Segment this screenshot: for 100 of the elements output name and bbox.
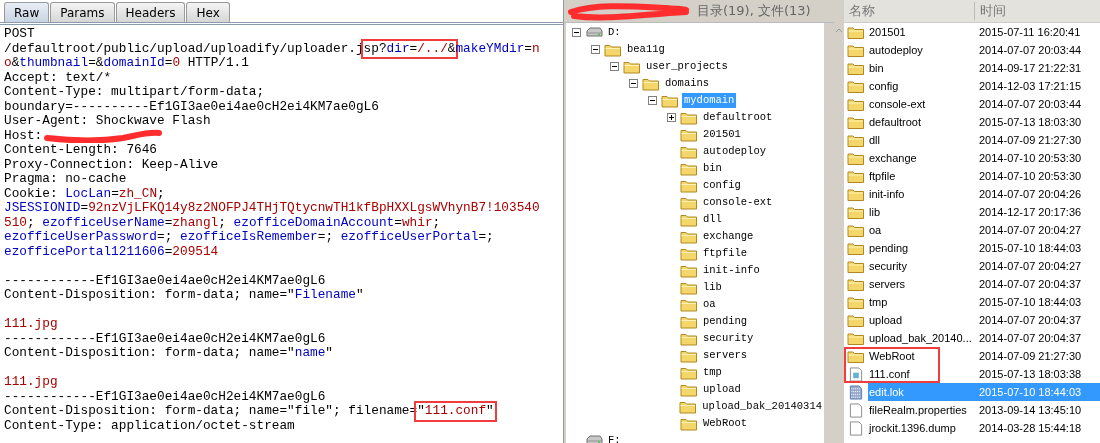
tree-item[interactable]: defaultroot — [701, 110, 775, 125]
tree-item[interactable]: tmp — [701, 365, 724, 380]
code-token: ezofficeUserPassword — [4, 230, 158, 245]
collapse-icon[interactable] — [591, 45, 600, 54]
editor-tab[interactable]: Params — [50, 2, 115, 22]
collapse-icon[interactable] — [648, 96, 657, 105]
code-token: LocLan — [65, 186, 112, 201]
folder-icon — [847, 96, 865, 112]
file-row[interactable]: WebRoot 2014-07-09 21:27:30 — [868, 347, 1100, 365]
tree-item[interactable]: dll — [701, 212, 724, 227]
code-token: ezofficePortal1211606 — [4, 244, 165, 259]
file-row[interactable]: jrockit.1396.dump 2014-03-28 15:44:18 — [868, 419, 1100, 437]
code-token: ; — [157, 186, 165, 201]
file-row[interactable]: upload 2014-07-07 20:04:37 — [868, 311, 1100, 329]
file-row[interactable]: oa 2014-07-07 20:04:27 — [868, 221, 1100, 239]
folder-icon — [680, 110, 698, 125]
tree-item[interactable]: exchange — [701, 229, 756, 244]
tree-item[interactable]: init-info — [701, 263, 762, 278]
code-token: =& — [88, 56, 104, 71]
file-row[interactable]: console-ext 2014-07-07 20:03:44 — [868, 95, 1100, 113]
file-name: jrockit.1396.dump — [868, 422, 957, 434]
tree-item[interactable]: oa — [701, 297, 718, 312]
file-row[interactable]: dll 2014-07-09 21:27:30 — [868, 131, 1100, 149]
code-token: ------------Ef1GI3ae0ei4ae0cH2ei4KM7ae0gL6 — [4, 331, 326, 346]
code-token: 510 — [4, 215, 27, 230]
file-row[interactable]: servers 2014-07-07 20:04:37 — [868, 275, 1100, 293]
tree-item[interactable]: 201501 — [701, 127, 743, 142]
tree-item[interactable]: bea11g — [625, 42, 667, 57]
file-name: tmp — [868, 296, 889, 308]
collapse-icon[interactable] — [629, 79, 638, 88]
file-row[interactable]: fileRealm.properties 2013-09-14 13:45:10 — [868, 401, 1100, 419]
code-token: whir — [401, 215, 433, 230]
file-time: 2015-07-11 16:20:41 — [979, 26, 1081, 38]
tree-item[interactable]: console-ext — [701, 195, 775, 210]
expand-icon[interactable] — [667, 113, 676, 122]
folder-icon — [680, 280, 698, 295]
tree-item[interactable]: domains — [663, 76, 712, 91]
code-token: ezofficeDomainAccount — [233, 215, 395, 230]
code-token: ; — [26, 215, 36, 230]
file-row[interactable]: 201501 2015-07-11 16:20:41 — [868, 23, 1100, 41]
tree-item[interactable]: bin — [701, 161, 724, 176]
file-name: exchange — [868, 152, 918, 164]
tree-item[interactable]: upload_bak_20140314 — [700, 399, 824, 414]
code-token: /../ — [417, 40, 448, 56]
file-row[interactable]: tmp 2015-07-10 18:44:03 — [868, 293, 1100, 311]
tree-item[interactable]: lib — [701, 280, 724, 295]
file-row[interactable]: ftpfile 2014-07-10 20:53:30 — [868, 167, 1100, 185]
file-time: 2015-07-10 18:44:03 — [979, 296, 1082, 308]
tree-item[interactable]: upload — [701, 382, 743, 397]
collapse-icon[interactable] — [572, 28, 581, 37]
tree-item[interactable]: D: — [606, 25, 623, 40]
editor-tab[interactable]: Headers — [115, 2, 186, 22]
folder-icon — [661, 93, 679, 108]
code-token: = — [164, 56, 173, 71]
folder-icon — [680, 229, 698, 244]
file-time: 2014-07-07 20:03:44 — [979, 44, 1082, 56]
file-row[interactable]: security 2014-07-07 20:04:27 — [868, 257, 1100, 275]
tree-item[interactable]: user_projects — [644, 59, 730, 74]
code-token: dir — [386, 40, 410, 56]
tree-item[interactable]: pending — [701, 314, 750, 329]
editor-tab[interactable]: Raw — [4, 2, 50, 22]
code-token: " — [355, 288, 364, 303]
tree-item[interactable]: WebRoot — [701, 416, 750, 431]
folder-icon — [847, 204, 865, 220]
column-header[interactable]: 名称 — [844, 2, 975, 20]
tree-item[interactable]: F: — [606, 433, 623, 443]
tree-item[interactable]: security — [701, 331, 756, 346]
code-token: & — [447, 40, 456, 56]
code-token: 0 — [172, 56, 181, 71]
folder-icon — [680, 161, 698, 176]
file-name: defaultroot — [868, 116, 922, 128]
folder-icon — [679, 399, 698, 414]
file-row[interactable]: config 2014-12-03 17:21:15 — [868, 77, 1100, 95]
tree-item[interactable]: config — [701, 178, 743, 193]
file-icon — [847, 384, 865, 400]
code-token: ezofficeIsRemember — [180, 230, 318, 245]
editor-tab[interactable]: Hex — [186, 2, 230, 22]
column-header[interactable]: 时间 — [975, 2, 1006, 20]
file-row[interactable]: lib 2014-12-17 20:17:36 — [868, 203, 1100, 221]
tree-item[interactable]: ftpfile — [701, 246, 750, 261]
collapse-icon[interactable] — [610, 62, 619, 71]
code-token: thumbnail — [19, 56, 89, 71]
code-token: " — [486, 403, 494, 418]
code-token: =; — [157, 230, 174, 245]
code-token: & — [11, 56, 20, 71]
file-name: oa — [868, 224, 883, 236]
tree-item[interactable]: servers — [701, 348, 750, 363]
code-token: 209514 — [172, 244, 219, 259]
file-row[interactable]: pending 2015-07-10 18:44:03 — [868, 239, 1100, 257]
file-row[interactable]: init-info 2014-07-07 20:04:26 — [868, 185, 1100, 203]
file-row[interactable]: bin 2014-09-17 21:22:31 — [868, 59, 1100, 77]
file-row[interactable]: 111.conf 2015-07-13 18:03:38 — [868, 365, 1100, 383]
file-row[interactable]: exchange 2014-07-10 20:53:30 — [868, 149, 1100, 167]
code-token: 111.jpg — [4, 375, 58, 390]
file-row[interactable]: defaultroot 2015-07-13 18:03:30 — [868, 113, 1100, 131]
file-row[interactable]: autodeploy 2014-07-07 20:03:44 — [868, 41, 1100, 59]
folder-icon — [680, 382, 698, 397]
file-name: fileRealm.properties — [868, 404, 968, 416]
tree-item[interactable]: autodeploy — [701, 144, 768, 159]
file-row[interactable]: upload_bak_20140... 2014-07-07 20:04:37 — [868, 329, 1100, 347]
